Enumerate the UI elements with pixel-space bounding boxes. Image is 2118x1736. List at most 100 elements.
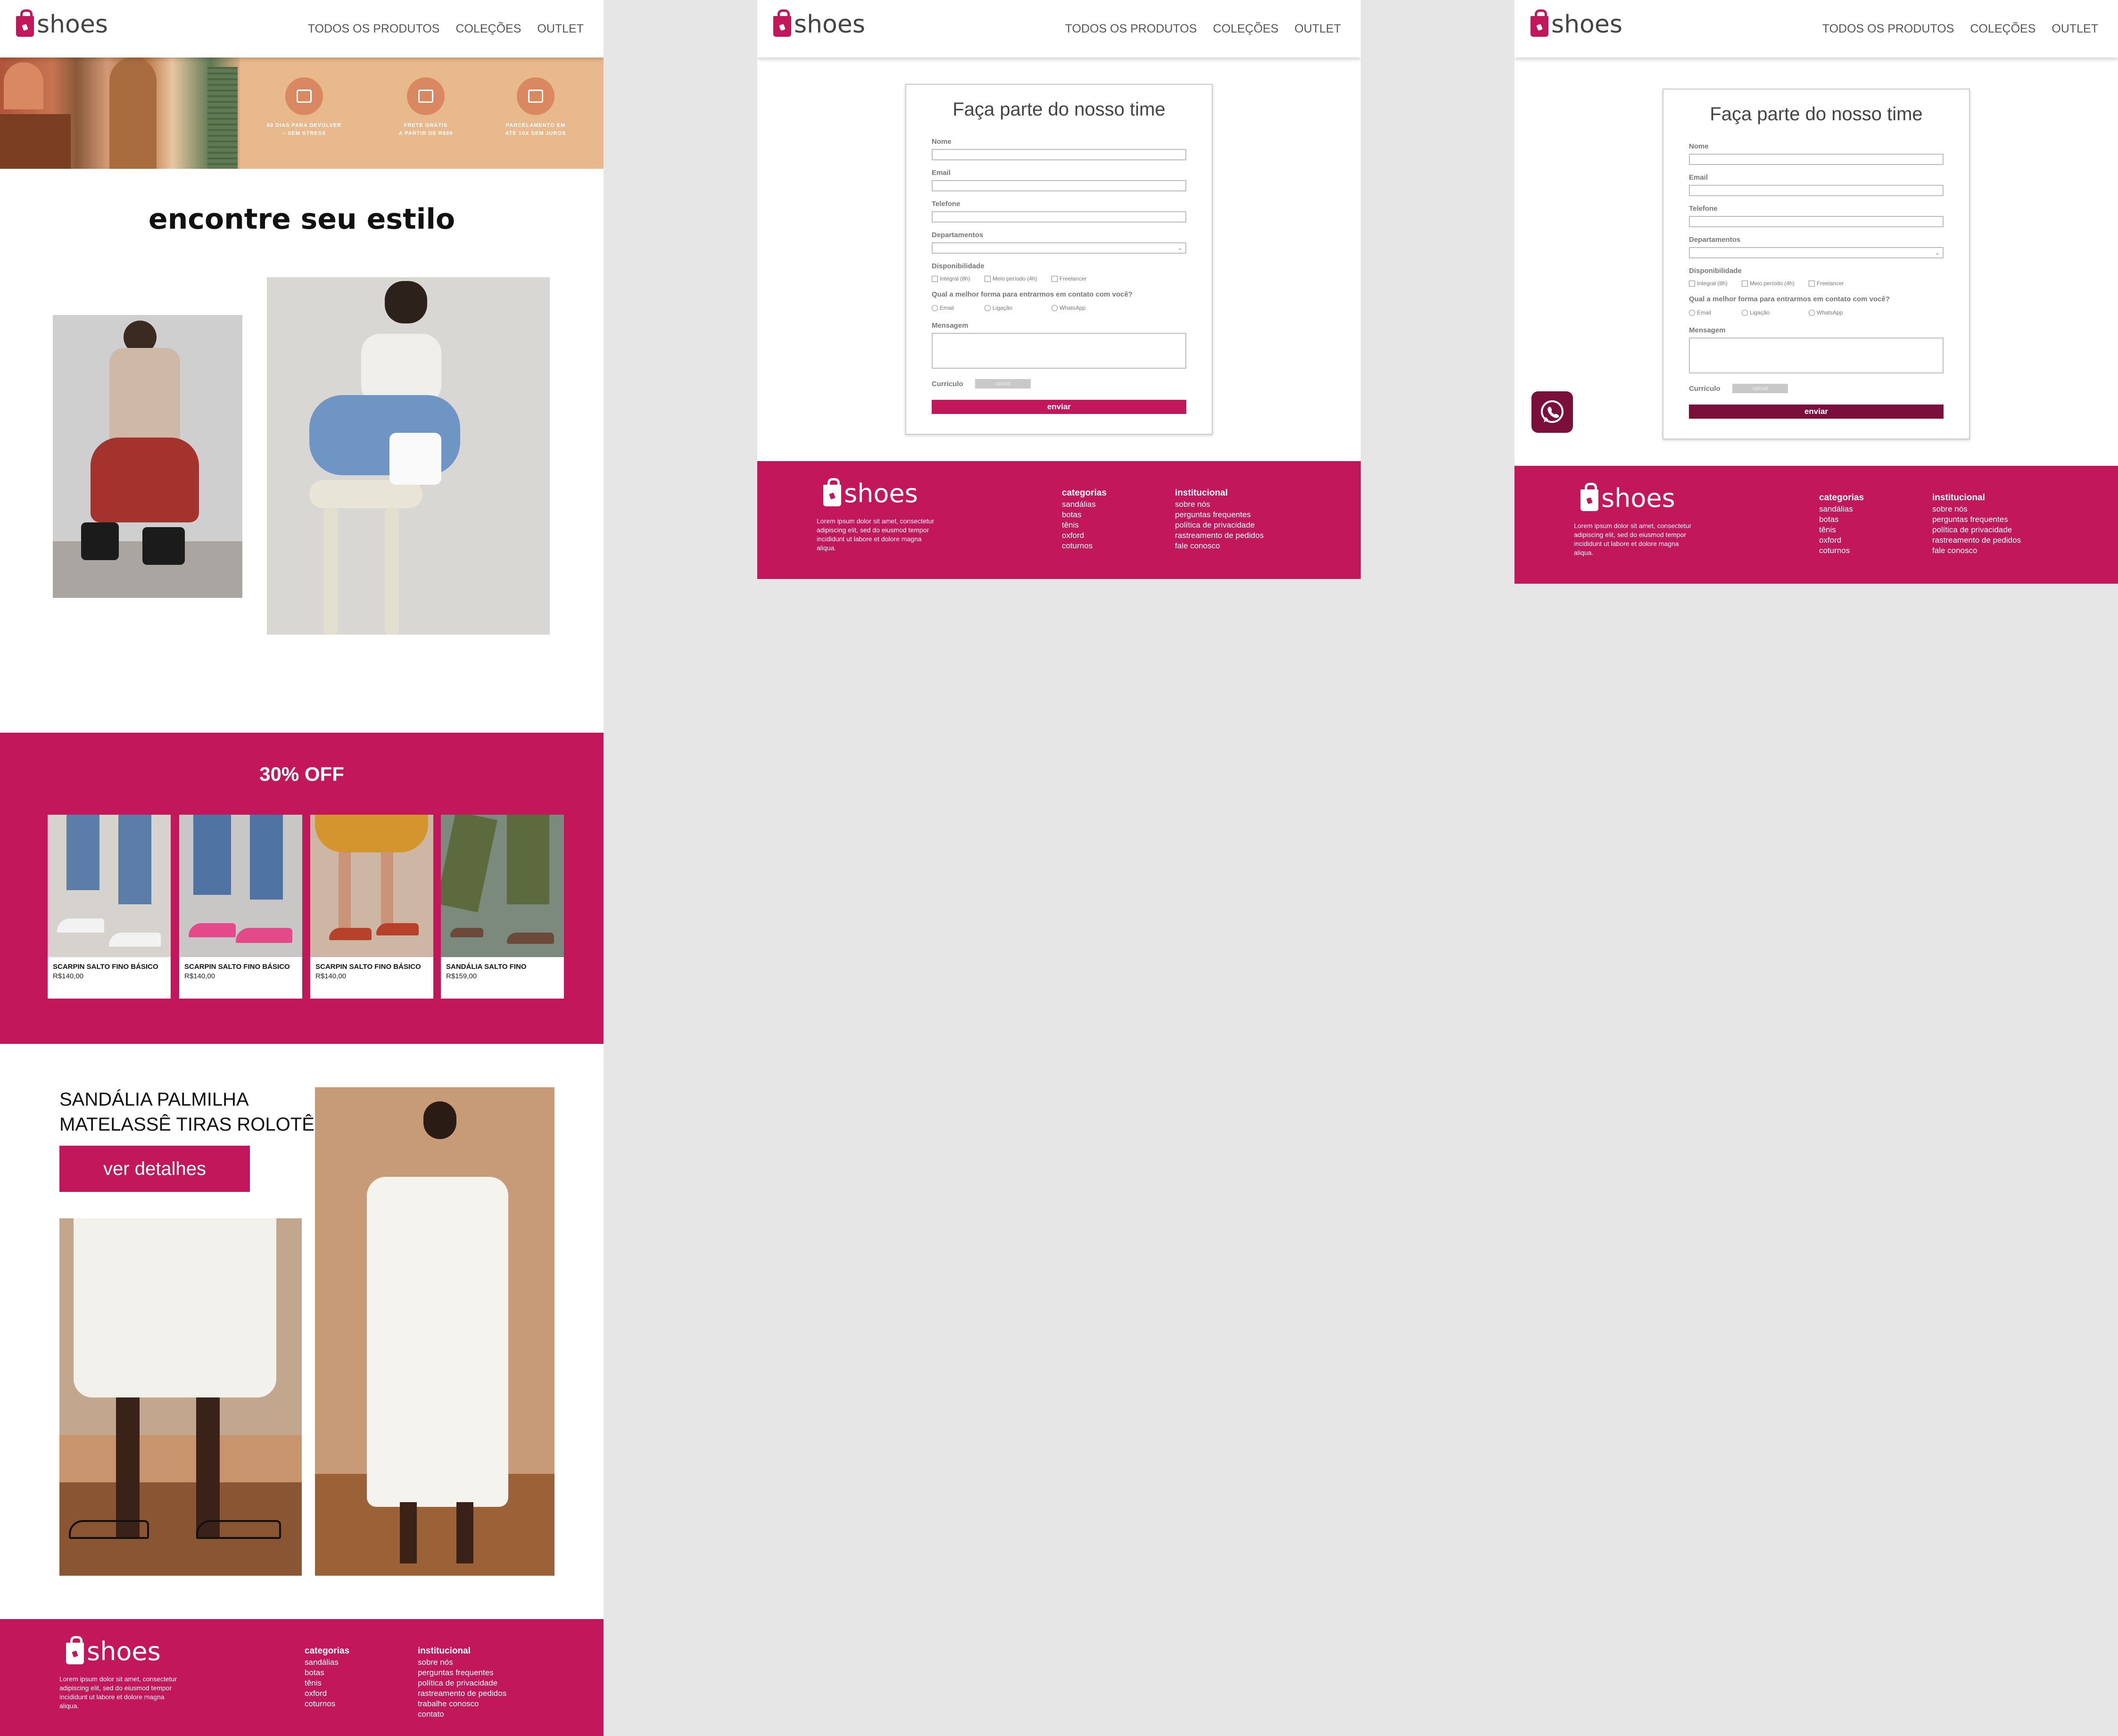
footer-link[interactable]: oxford [1819,535,1864,546]
contact-call[interactable]: Ligação [985,305,1012,311]
footer-link[interactable]: rastreamento de pedidos [418,1688,506,1699]
radio[interactable] [1809,309,1815,316]
upload-button[interactable]: upload [975,379,1031,389]
message-textarea[interactable] [932,333,1186,369]
footer-link[interactable]: tênis [1062,520,1107,530]
checkbox[interactable] [932,275,938,282]
footer-link[interactable]: perguntas frequentes [1175,510,1264,520]
featured-photo-legs [59,1218,302,1576]
message-textarea[interactable] [1689,338,1944,373]
checkbox[interactable] [1689,280,1695,287]
footer-link[interactable]: fale conosco [1932,546,2021,556]
nav-outlet[interactable]: OUTLET [1294,22,1341,36]
departments-select[interactable]: ⌄ [932,242,1186,254]
radio[interactable] [985,305,991,311]
phone-input[interactable] [1689,216,1944,227]
nav-all-products[interactable]: TODOS OS PRODUTOS [308,22,440,36]
nav-outlet[interactable]: OUTLET [537,22,584,36]
checkbox[interactable] [1742,280,1748,287]
email-input[interactable] [1689,185,1944,196]
shoe [236,928,292,943]
footer-link[interactable]: trabalhe conosco [418,1699,506,1709]
upload-button[interactable]: upload [1732,384,1788,393]
email-input[interactable] [932,180,1186,191]
footer-link[interactable]: rastreamento de pedidos [1175,530,1264,541]
contact-whatsapp[interactable]: WhatsApp [1051,305,1085,311]
footer-link[interactable]: sandálias [1062,499,1107,510]
footer-link[interactable]: oxford [305,1688,349,1699]
footer-link[interactable]: tênis [1819,525,1864,535]
contact-email[interactable]: Email [932,305,954,311]
product-card[interactable]: SCARPIN SALTO FINO BÁSICO R$140,00 [48,815,171,999]
footer-logo[interactable]: shoes [823,478,918,506]
availability-full-time[interactable]: Integral (8h) [932,275,970,282]
white-dress [367,1177,508,1507]
site-logo[interactable]: shoes [16,9,108,37]
contact-whatsapp[interactable]: WhatsApp [1809,309,1843,316]
checkbox[interactable] [1051,275,1058,282]
product-card[interactable]: SCARPIN SALTO FINO BÁSICO R$140,00 [310,815,433,999]
footer-logo[interactable]: shoes [1580,483,1675,511]
radio[interactable] [1051,305,1058,311]
phone-input[interactable] [932,211,1186,223]
departments-select[interactable]: ⌄ [1689,247,1944,258]
application-form: Faça parte do nosso time Nome Email Tele… [905,84,1213,435]
nav-all-products[interactable]: TODOS OS PRODUTOS [1822,22,1954,36]
whatsapp-button[interactable] [1531,391,1573,433]
submit-button[interactable]: enviar [932,400,1186,414]
footer-link[interactable]: botas [1062,510,1107,520]
name-input[interactable] [932,149,1186,160]
product-card[interactable]: SANDÁLIA SALTO FINO R$159,00 [441,815,564,999]
footer-link[interactable]: sandálias [305,1657,349,1668]
contact-call[interactable]: Ligação [1742,309,1770,316]
footer-link[interactable]: sobre nós [418,1657,506,1668]
footer-logo[interactable]: shoes [66,1636,161,1664]
radio[interactable] [1742,309,1748,316]
footer-link[interactable]: política de privacidade [1932,525,2021,535]
style-photo-right[interactable] [267,277,550,635]
footer-link[interactable]: perguntas frequentes [418,1668,506,1678]
footer-link[interactable]: coturnos [1819,546,1864,556]
radio[interactable] [932,305,938,311]
nav-collections[interactable]: COLEÇÕES [455,22,521,36]
footer-link[interactable]: oxford [1062,530,1107,541]
footer-link[interactable]: sandálias [1819,504,1864,514]
footer-link[interactable]: perguntas frequentes [1932,514,2021,525]
site-logo[interactable]: shoes [1531,9,1622,37]
footer-link[interactable]: sobre nós [1932,504,2021,514]
footer-link[interactable]: botas [1819,514,1864,525]
footer-link[interactable]: rastreamento de pedidos [1932,535,2021,546]
departments-label: Departamentos [1689,236,1741,244]
nav-collections[interactable]: COLEÇÕES [1970,22,2035,36]
footer-link[interactable]: contato [418,1709,506,1719]
contact-email[interactable]: Email [1689,309,1711,316]
footer-link[interactable]: coturnos [305,1699,349,1709]
footer-link[interactable]: botas [305,1668,349,1678]
site-logo[interactable]: shoes [773,9,865,37]
availability-freelancer[interactable]: Freelancer [1051,275,1086,282]
footer-link[interactable]: fale conosco [1175,541,1264,551]
submit-button[interactable]: enviar [1689,405,1944,419]
footer-link[interactable]: política de privacidade [1175,520,1264,530]
checkbox[interactable] [1809,280,1815,287]
checkbox[interactable] [985,275,991,282]
footer-link[interactable]: coturnos [1062,541,1107,551]
availability-full-time[interactable]: Integral (8h) [1689,280,1728,287]
footer-description: Lorem ipsum dolor sit amet, consectetur … [59,1675,177,1710]
footer-link[interactable]: sobre nós [1175,499,1264,510]
radio[interactable] [1689,309,1695,316]
availability-part-time[interactable]: Meio período (4h) [985,275,1037,282]
style-photo-left[interactable] [53,315,242,598]
availability-part-time[interactable]: Meio período (4h) [1742,280,1795,287]
nav-outlet[interactable]: OUTLET [2052,22,2098,36]
product-card[interactable]: SCARPIN SALTO FINO BÁSICO R$140,00 [179,815,302,999]
availability-freelancer[interactable]: Freelancer [1809,280,1844,287]
footer-link[interactable]: política de privacidade [418,1678,506,1688]
application-form: Faça parte do nosso time Nome Email Tele… [1663,89,1970,439]
name-input[interactable] [1689,154,1944,165]
nav-collections[interactable]: COLEÇÕES [1213,22,1278,36]
view-details-button[interactable]: ver detalhes [59,1146,250,1192]
jeans-leg [66,815,99,890]
footer-link[interactable]: tênis [305,1678,349,1688]
nav-all-products[interactable]: TODOS OS PRODUTOS [1065,22,1197,36]
